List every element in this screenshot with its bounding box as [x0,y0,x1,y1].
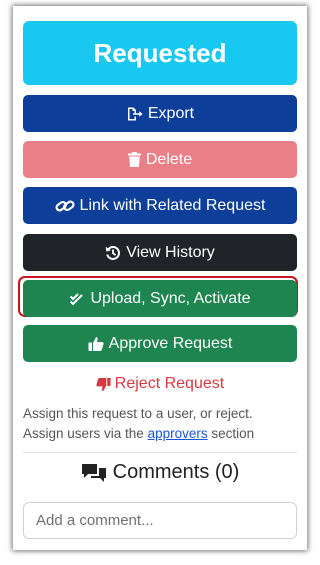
upload-sync-activate-label: Upload, Sync, Activate [90,289,251,307]
export-button[interactable]: Export [23,95,297,132]
comments-header: Comments (0) [13,461,307,484]
history-icon [105,245,121,261]
export-button-label: Export [147,104,195,122]
assign-instructions: Assign this request to a user, or reject… [23,406,253,421]
assign-approvers-note: Assign users via the approvers section [23,424,303,444]
trash-icon [127,152,141,167]
status-banner: Requested [23,21,297,85]
comments-icon [81,463,107,483]
view-history-button[interactable]: View History [23,234,297,271]
approve-request-label: Approve Request [108,334,233,352]
assign-approvers-prefix: Assign users via the [23,426,144,441]
thumbs-up-icon [88,336,104,352]
delete-button-label: Delete [145,150,193,168]
delete-button[interactable]: Delete [23,141,297,178]
link-related-request-button[interactable]: Link with Related Request [23,187,297,224]
link-icon [55,198,75,214]
thumbs-down-icon [96,377,111,392]
double-check-icon [69,292,85,306]
upload-sync-activate-button[interactable]: Upload, Sync, Activate [23,280,297,317]
assign-approvers-suffix: section [211,426,255,441]
export-icon [126,106,143,122]
reject-request-label: Reject Request [114,375,225,392]
approve-request-button[interactable]: Approve Request [23,325,297,362]
request-actions-panel: Requested Export Delete Link with Relate… [13,6,307,550]
divider [23,452,297,453]
comment-input[interactable] [23,502,297,539]
approvers-link[interactable]: approvers [148,426,208,441]
reject-request-link[interactable]: Reject Request [13,375,307,393]
comments-title: Comments (0) [112,461,240,483]
view-history-label: View History [126,243,215,261]
link-related-request-label: Link with Related Request [79,196,266,214]
